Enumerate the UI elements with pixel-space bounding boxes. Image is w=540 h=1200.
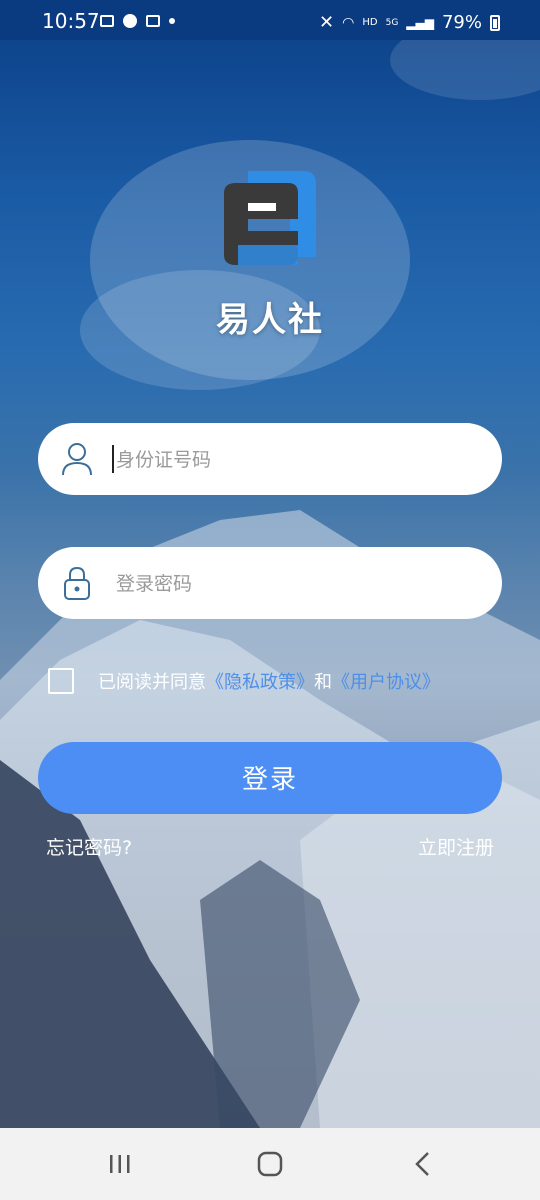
more-notifications-icon (169, 18, 175, 24)
id-number-input[interactable] (114, 423, 478, 497)
gallery-icon (100, 15, 114, 27)
user-icon (60, 441, 94, 477)
signal-bars-icon: ▂▄▆ (406, 15, 434, 30)
battery-icon (490, 14, 500, 31)
password-input[interactable] (114, 547, 478, 621)
battery-percent: 79% (441, 12, 482, 33)
register-link[interactable]: 立即注册 (418, 833, 494, 860)
lock-icon (60, 565, 94, 601)
status-time: 10:57 (42, 9, 100, 33)
password-field (38, 547, 502, 621)
mute-icon: ✕ (319, 12, 335, 33)
wifi-icon: ◠ (342, 14, 355, 31)
id-number-field (38, 423, 502, 497)
agree-prefix-text: 已阅读并同意 (98, 672, 206, 693)
network-label: HD (362, 17, 378, 28)
recent-apps-icon[interactable] (80, 1128, 160, 1200)
back-icon[interactable] (383, 1128, 463, 1200)
navigation-bar (0, 1128, 540, 1200)
and-text: 和 (314, 672, 332, 693)
agree-checkbox[interactable] (48, 668, 74, 694)
user-agreement-link[interactable]: 《用户协议》 (332, 668, 440, 694)
notification-app-icon (123, 14, 137, 28)
signal-label: 5G (385, 17, 399, 28)
privacy-policy-link[interactable]: 《隐私政策》 (206, 668, 314, 694)
status-bar: 10:57 ✕ ◠ HD 5G ▂▄▆ 79% (0, 0, 540, 40)
agreement-row: 已阅读并同意 《隐私政策》 和 《用户协议》 (48, 666, 440, 696)
app-name: 易人社 (216, 300, 324, 340)
app-logo (218, 165, 323, 275)
voicemail-icon (146, 15, 160, 27)
home-icon[interactable] (230, 1128, 310, 1200)
login-button[interactable]: 登录 (38, 742, 502, 814)
forgot-password-link[interactable]: 忘记密码? (46, 833, 132, 860)
